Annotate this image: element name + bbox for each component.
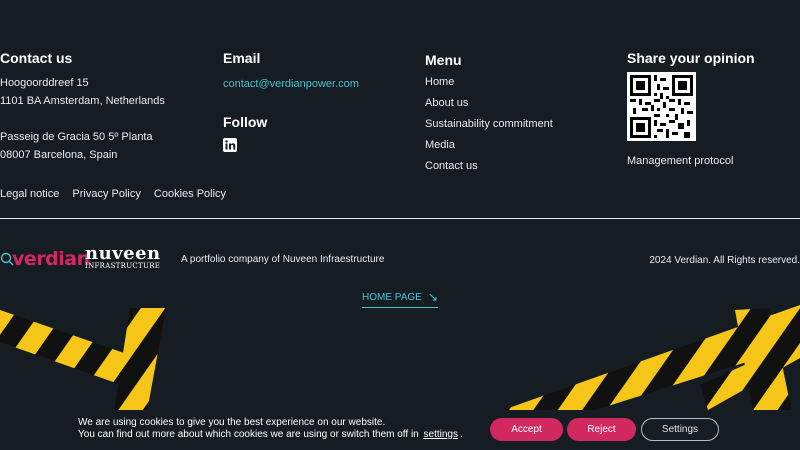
menu-item-contact[interactable]: Contact us [425,156,615,177]
cookies-policy-link[interactable]: Cookies Policy [154,188,226,200]
menu-title: Menu [425,52,462,68]
menu-item-about[interactable]: About us [425,93,615,114]
menu-item-sustainability[interactable]: Sustainability commitment [425,114,615,135]
address-amsterdam-city: 1101 BA Amsterdam, Netherlands [0,95,165,107]
brand-row: verdian nuveen INFRASTRUCTURE A portfoli… [0,243,800,276]
email-link[interactable]: contact@verdianpower.com [223,78,359,90]
address-barcelona-city: 08007 Barcelona, Spain [0,149,118,161]
footer-divider [0,218,800,219]
cookie-settings-button[interactable]: Settings [641,418,719,441]
menu-section: Menu Home About us Sustainability commit… [425,52,615,177]
qr-code-icon[interactable] [627,72,696,141]
address-amsterdam-street: Hoogoorddreef 15 [0,77,89,89]
follow-title: Follow [223,114,268,130]
contact-title: Contact us [0,50,73,66]
contact-section: Contact us Hoogoorddreef 15 1101 BA Amst… [0,50,210,164]
legal-links: Legal notice Privacy Policy Cookies Poli… [0,188,236,200]
menu-item-home[interactable]: Home [425,72,615,93]
accept-cookies-button[interactable]: Accept [490,418,563,441]
verdian-logo-text: verdian [12,248,90,270]
linkedin-icon[interactable] [223,138,237,152]
privacy-policy-link[interactable]: Privacy Policy [72,188,140,200]
cookie-message: We are using cookies to give you the bes… [78,417,463,441]
address-barcelona-street: Passeig de Gracia 50 5º Planta [0,131,153,143]
management-protocol-link[interactable]: Management protocol [627,155,797,167]
opinion-title: Share your opinion [627,50,755,66]
cookie-message-line1: We are using cookies to give you the bes… [78,417,386,428]
nuveen-logo: nuveen INFRASTRUCTURE [85,243,161,270]
opinion-section: Share your opinion Management protocol [627,50,797,167]
cookie-message-line2: You can find out more about which cookie… [78,429,463,440]
email-title: Email [223,50,261,66]
verdian-logo[interactable]: verdian [0,248,90,270]
portfolio-tagline: A portfolio company of Nuveen Infraestru… [181,254,385,265]
copyright-text: 2024 Verdian. All Rights reserved. [649,255,800,266]
cookie-settings-link[interactable]: settings [424,429,458,440]
legal-notice-link[interactable]: Legal notice [0,188,59,200]
menu-item-media[interactable]: Media [425,135,615,156]
email-section: Email contact@verdianpower.com Follow [223,50,413,157]
cookie-banner: We are using cookies to give you the bes… [0,410,800,450]
reject-cookies-button[interactable]: Reject [567,418,636,441]
